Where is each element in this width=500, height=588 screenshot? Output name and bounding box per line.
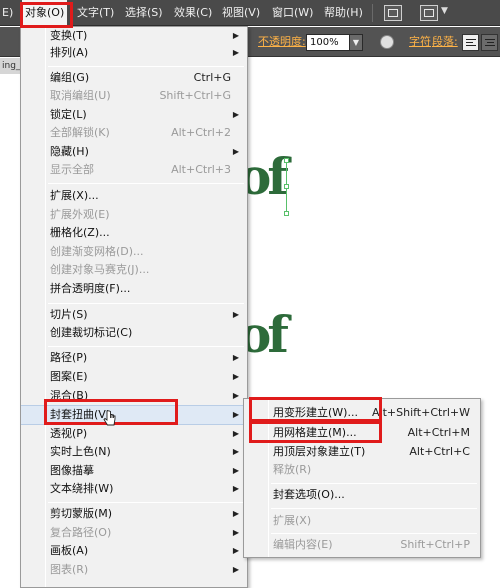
menu-item-ungroup[interactable]: 取消编组(U) Shift+Ctrl+G <box>21 87 247 105</box>
menu-item-text-wrap[interactable]: 文本绕排(W) ▶ <box>21 480 247 498</box>
menu-item-show-all[interactable]: 显示全部 Alt+Ctrl+3 <box>21 161 247 179</box>
arrange-documents-icon[interactable] <box>420 5 438 21</box>
hand-cursor-icon <box>103 410 116 426</box>
chevron-right-icon: ▶ <box>232 372 239 381</box>
chevron-right-icon: ▶ <box>232 447 239 456</box>
menu-item-transform[interactable]: 变换(T) ▶ <box>21 27 247 45</box>
object-menu: 变换(T) ▶ 排列(A) ▶ 编组(G) Ctrl+G 取消编组(U) Shi… <box>20 26 248 588</box>
opacity-dropdown-icon[interactable]: ▼ <box>349 34 363 51</box>
opacity-label[interactable]: 不透明度: <box>258 27 306 57</box>
menu-item-compound-path[interactable]: 复合路径(O) ▶ <box>21 524 247 542</box>
annotation-box-object-menu <box>20 2 73 28</box>
menu-item-lock[interactable]: 锁定(L) ▶ <box>21 106 247 124</box>
menu-item-expand-appearance[interactable]: 扩展外观(E) <box>21 206 247 224</box>
chevron-right-icon: ▶ <box>232 528 239 537</box>
menu-help[interactable]: 帮助(H) <box>324 0 363 26</box>
submenu-separator <box>271 508 477 509</box>
menu-item-artboards[interactable]: 画板(A) ▶ <box>21 542 247 560</box>
submenu-item-make-with-top-object[interactable]: 用顶层对象建立(T) Alt+Ctrl+C <box>244 442 480 462</box>
align-left-icon[interactable] <box>462 34 479 51</box>
menu-window[interactable]: 窗口(W) <box>272 0 313 26</box>
submenu-item-envelope-options[interactable]: 封套选项(O)... <box>244 485 480 505</box>
chevron-down-icon[interactable]: ▼ <box>441 6 448 16</box>
opacity-input[interactable]: 100% <box>306 34 350 51</box>
menu-item-image-trace[interactable]: 图像描摹 ▶ <box>21 462 247 480</box>
selection-handle[interactable] <box>284 158 289 163</box>
menu-separator <box>48 346 244 347</box>
chevron-right-icon: ▶ <box>232 410 239 419</box>
chevron-right-icon: ▶ <box>232 48 239 57</box>
menu-view[interactable]: 视图(V) <box>222 0 260 26</box>
menu-item-flatten-transparency[interactable]: 拼合透明度(F)... <box>21 280 247 298</box>
chevron-right-icon: ▶ <box>232 31 239 40</box>
menu-item-arrange[interactable]: 排列(A) ▶ <box>21 44 247 62</box>
menu-separator <box>48 502 244 503</box>
paragraph-link[interactable]: 段落: <box>432 27 458 57</box>
selection-handle[interactable] <box>284 184 289 189</box>
document-tab[interactable]: ing_ <box>0 58 20 74</box>
menu-item-path[interactable]: 路径(P) ▶ <box>21 349 247 367</box>
menu-item-pattern[interactable]: 图案(E) ▶ <box>21 368 247 386</box>
menu-edit-fragment[interactable]: E) <box>2 0 13 26</box>
selection-handle[interactable] <box>284 211 289 216</box>
menu-bar: E) 对象(O) 文字(T) 选择(S) 效果(C) 视图(V) 窗口(W) 帮… <box>0 0 500 26</box>
menu-item-object-mosaic[interactable]: 创建对象马赛克(J)... <box>21 261 247 279</box>
submenu-item-release[interactable]: 释放(R) <box>244 460 480 480</box>
menu-item-gradient-mesh[interactable]: 创建渐变网格(D)... <box>21 243 247 261</box>
chevron-right-icon: ▶ <box>232 429 239 438</box>
menu-effect[interactable]: 效果(C) <box>174 0 212 26</box>
submenu-separator <box>271 533 477 534</box>
submenu-item-edit-contents[interactable]: 编辑内容(E) Shift+Ctrl+P <box>244 535 480 555</box>
chevron-right-icon: ▶ <box>232 466 239 475</box>
menu-separator <box>48 303 244 304</box>
chevron-right-icon: ▶ <box>232 391 239 400</box>
menu-separator <box>48 183 244 184</box>
menu-item-rasterize[interactable]: 栅格化(Z)... <box>21 224 247 242</box>
submenu-item-expand[interactable]: 扩展(X) <box>244 511 480 531</box>
annotation-box-make-with-mesh <box>249 421 382 443</box>
chevron-right-icon: ▶ <box>232 353 239 362</box>
menu-item-group[interactable]: 编组(G) Ctrl+G <box>21 69 247 87</box>
menubar-divider <box>372 4 373 22</box>
submenu-separator <box>271 483 477 484</box>
align-center-icon[interactable] <box>481 34 498 51</box>
menu-separator <box>48 66 244 67</box>
menu-item-live-paint[interactable]: 实时上色(N) ▶ <box>21 443 247 461</box>
menu-type[interactable]: 文字(T) <box>77 0 114 26</box>
annotation-box-make-with-warp <box>249 397 382 422</box>
menu-item-perspective[interactable]: 透视(P) ▶ <box>21 425 247 443</box>
menu-item-slice[interactable]: 切片(S) ▶ <box>21 306 247 324</box>
menu-item-trim-marks[interactable]: 创建裁切标记(C) <box>21 324 247 342</box>
menu-select[interactable]: 选择(S) <box>125 0 163 26</box>
menu-item-expand[interactable]: 扩展(X)... <box>21 187 247 205</box>
chevron-right-icon: ▶ <box>232 310 239 319</box>
character-link[interactable]: 字符 <box>409 27 431 57</box>
menu-item-unlock-all[interactable]: 全部解锁(K) Alt+Ctrl+2 <box>21 124 247 142</box>
chevron-right-icon: ▶ <box>232 565 239 574</box>
menu-item-clipping-mask[interactable]: 剪切蒙版(M) ▶ <box>21 505 247 523</box>
chevron-right-icon: ▶ <box>232 147 239 156</box>
menu-item-hide[interactable]: 隐藏(H) ▶ <box>21 143 247 161</box>
bridge-icon[interactable] <box>384 5 402 21</box>
chevron-right-icon: ▶ <box>232 484 239 493</box>
recolor-artwork-icon[interactable] <box>380 35 394 49</box>
menu-item-graph[interactable]: 图表(R) ▶ <box>21 561 247 579</box>
chevron-right-icon: ▶ <box>232 509 239 518</box>
chevron-right-icon: ▶ <box>232 110 239 119</box>
chevron-right-icon: ▶ <box>232 546 239 555</box>
